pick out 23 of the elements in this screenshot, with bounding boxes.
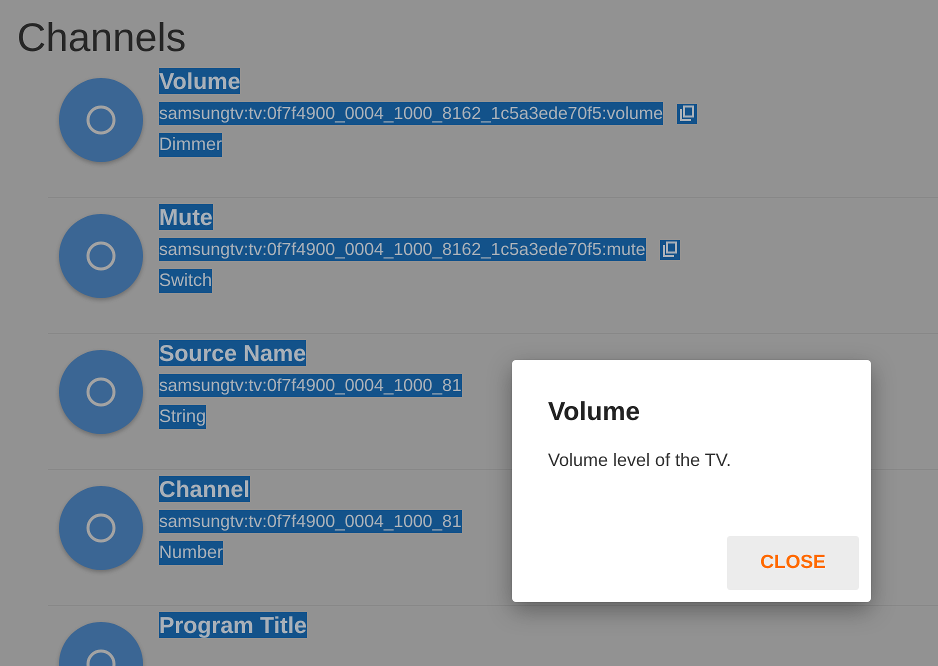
channel-uid: samsungtv:tv:0f7f4900_0004_1000_8162_1c5a3ede70f5:volume <box>159 102 664 126</box>
page-title: Channels <box>17 15 188 62</box>
channel-type: Number <box>159 541 224 565</box>
circle-icon <box>85 240 117 272</box>
channel-uid: samsungtv:tv:0f7f4900_0004_1000_81 <box>159 374 462 398</box>
dialog-text: Volume level of the TV. <box>548 449 732 472</box>
channel-uid: samsungtv:tv:0f7f4900_0004_1000_8162_1c5a3ede70f5:mute <box>159 238 646 262</box>
copy-icon[interactable] <box>677 104 698 124</box>
circle-icon <box>85 104 117 136</box>
close-button[interactable]: CLOSE <box>727 536 859 590</box>
copy-icon[interactable] <box>660 240 680 260</box>
circle-icon <box>85 376 117 408</box>
channel-type: String <box>159 405 206 429</box>
channel-uid: samsungtv:tv:0f7f4900_0004_1000_81 <box>159 510 462 534</box>
channel-label: Channel <box>159 476 250 502</box>
channel-label: Program Title <box>159 612 307 638</box>
channel-label: Source Name <box>159 340 306 366</box>
circle-icon <box>85 512 117 544</box>
channel-type: Dimmer <box>159 133 222 157</box>
channel-label: Volume <box>159 68 240 94</box>
dialog-title: Volume <box>548 396 641 428</box>
channel-type: Switch <box>159 269 212 293</box>
channel-label: Mute <box>159 204 213 230</box>
